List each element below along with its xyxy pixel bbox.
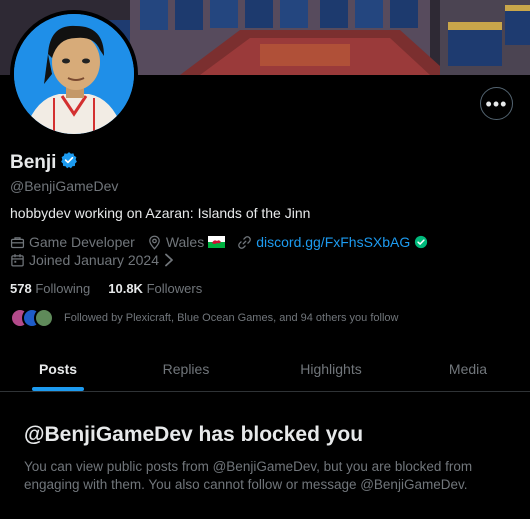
- website-item[interactable]: discord.gg/FxFhsSXbAG: [237, 234, 428, 250]
- followers-count: 10.8K: [108, 281, 143, 296]
- display-name: Benji: [10, 151, 57, 173]
- profile-avatar[interactable]: [10, 10, 138, 138]
- tab-label: Replies: [162, 360, 210, 377]
- followers-link[interactable]: 10.8K Followers: [108, 281, 202, 296]
- follow-stats: 578 Following 10.8K Followers: [10, 281, 220, 296]
- occupation-item: Game Developer: [10, 234, 135, 250]
- calendar-icon: [11, 253, 24, 266]
- following-link[interactable]: 578 Following: [10, 281, 90, 296]
- tab-label: Posts: [38, 360, 78, 377]
- profile-tabs: Posts Replies Highlights Media: [0, 346, 530, 392]
- avatar: [34, 308, 54, 328]
- active-tab-indicator: [32, 387, 84, 391]
- website-verified-check-icon: [415, 235, 428, 249]
- followers-label: Followers: [146, 281, 203, 296]
- profile-name-row: Benji: [10, 151, 78, 174]
- verified-badge-icon[interactable]: [60, 151, 78, 174]
- location-item: Wales: [147, 234, 226, 250]
- website-link[interactable]: discord.gg/FxFhsSXbAG: [256, 234, 410, 250]
- link-icon: [238, 235, 252, 249]
- profile-handle: @BenjiGameDev: [10, 178, 119, 194]
- blocked-title: @BenjiGameDev has blocked you: [24, 423, 364, 446]
- tab-label: Highlights: [300, 360, 362, 377]
- profile-bio: hobbydev working on Azaran: Islands of t…: [10, 205, 311, 221]
- following-count: 578: [10, 281, 32, 296]
- occupation-text: Game Developer: [29, 234, 135, 250]
- profile-meta-row: Game Developer Wales discord.gg/FxFhsSXb…: [10, 234, 440, 250]
- followers-you-know[interactable]: Followed by Plexicraft, Blue Ocean Games…: [10, 308, 398, 328]
- followed-by-avatars: [10, 308, 54, 328]
- tab-posts[interactable]: Posts: [0, 346, 116, 391]
- location-text: Wales: [165, 234, 205, 250]
- avatar-image: [14, 14, 134, 134]
- more-options-icon: •••: [485, 93, 508, 114]
- blocked-description: You can view public posts from @BenjiGam…: [24, 459, 473, 492]
- tab-media[interactable]: Media: [406, 346, 530, 391]
- joined-text: Joined January 2024: [29, 252, 159, 268]
- more-options-button[interactable]: •••: [480, 87, 513, 120]
- location-pin-icon: [149, 235, 160, 250]
- joined-item[interactable]: Joined January 2024: [10, 252, 175, 268]
- chevron-right-icon: [165, 253, 173, 267]
- followed-by-text: Followed by Plexicraft, Blue Ocean Games…: [64, 312, 399, 324]
- tab-label: Media: [448, 360, 488, 377]
- briefcase-icon: [10, 236, 25, 248]
- tab-replies[interactable]: Replies: [116, 346, 256, 391]
- following-label: Following: [35, 281, 91, 296]
- wales-flag-icon: [208, 236, 226, 248]
- tab-highlights[interactable]: Highlights: [256, 346, 406, 391]
